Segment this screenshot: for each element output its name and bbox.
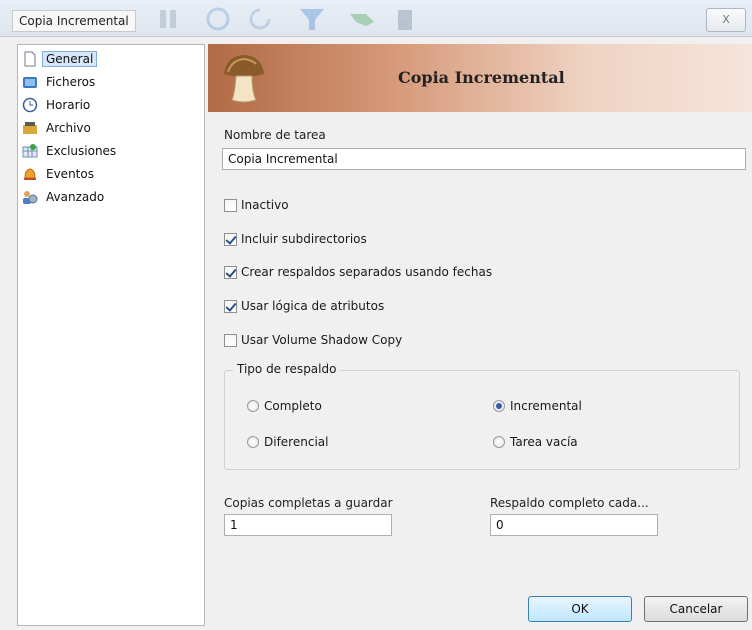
radio-label: Incremental	[510, 399, 582, 413]
radio-diferencial[interactable]: Diferencial	[247, 435, 328, 449]
radio-label: Diferencial	[264, 435, 329, 449]
radio-button[interactable]	[493, 400, 505, 412]
sidebar-item-label: General	[42, 51, 98, 67]
radio-completo[interactable]: Completo	[247, 399, 322, 413]
option-label: Usar lógica de atributos	[241, 299, 385, 313]
option-include-subdirs[interactable]: Incluir subdirectorios	[224, 230, 367, 248]
copies-label: Copias completas a guardar	[224, 496, 393, 510]
option-label: Inactivo	[241, 198, 289, 212]
full-every-input[interactable]	[490, 514, 658, 536]
task-dialog: Copia Incremental X General Ficheros Hor…	[0, 0, 752, 630]
exclusions-icon	[22, 144, 38, 158]
task-name-input[interactable]	[222, 148, 746, 170]
clock-icon	[22, 97, 38, 113]
archive-icon	[23, 122, 37, 134]
title-bar: Copia Incremental X	[0, 0, 752, 37]
checkbox[interactable]	[224, 333, 237, 347]
radio-button[interactable]	[247, 400, 259, 412]
sidebar-item-horario[interactable]: Horario	[22, 95, 198, 115]
main-panel: Copia Incremental Nombre de tarea Inacti…	[208, 44, 752, 630]
radio-incremental[interactable]: Incremental	[493, 399, 582, 413]
radio-label: Tarea vacía	[510, 435, 578, 449]
option-dated-backups[interactable]: Crear respaldos separados usando fechas	[224, 263, 492, 281]
toolbar-ghost-icons	[160, 7, 412, 31]
sidebar-item-label: Avanzado	[46, 190, 105, 204]
close-button[interactable]: X	[706, 8, 746, 32]
backup-type-legend: Tipo de respaldo	[233, 362, 341, 376]
radio-button[interactable]	[247, 436, 259, 448]
checkbox[interactable]	[224, 198, 237, 212]
page-icon	[24, 51, 36, 67]
option-label: Incluir subdirectorios	[241, 232, 367, 246]
sidebar-item-eventos[interactable]: Eventos	[22, 164, 198, 184]
settings-sidebar: General Ficheros Horario Archivo Exclusi…	[17, 44, 205, 626]
banner-title: Copia Incremental	[398, 68, 565, 87]
checkbox[interactable]	[224, 232, 237, 246]
checkbox[interactable]	[224, 265, 237, 279]
sidebar-item-label: Exclusiones	[46, 144, 117, 158]
sidebar-item-general[interactable]: General	[22, 49, 198, 69]
radio-label: Completo	[264, 399, 322, 413]
option-inactive[interactable]: Inactivo	[224, 196, 289, 214]
option-shadow-copy[interactable]: Usar Volume Shadow Copy	[224, 331, 402, 349]
files-icon	[23, 77, 37, 88]
sidebar-item-ficheros[interactable]: Ficheros	[22, 72, 198, 92]
sidebar-item-exclusiones[interactable]: Exclusiones	[22, 141, 198, 161]
radio-tarea-vacia[interactable]: Tarea vacía	[493, 435, 578, 449]
header-banner: Copia Incremental	[208, 44, 752, 112]
copies-input[interactable]	[224, 514, 392, 536]
task-name-label: Nombre de tarea	[224, 128, 326, 142]
option-attribute-logic[interactable]: Usar lógica de atributos	[224, 297, 384, 315]
checkbox[interactable]	[224, 299, 237, 313]
sidebar-item-label: Eventos	[46, 167, 94, 181]
bell-icon	[24, 168, 36, 180]
cancel-button[interactable]: Cancelar	[644, 596, 748, 622]
sidebar-item-label: Horario	[46, 98, 91, 112]
option-label: Crear respaldos separados usando fechas	[241, 265, 493, 279]
sidebar-item-label: Ficheros	[46, 75, 96, 89]
full-every-label: Respaldo completo cada...	[490, 496, 649, 510]
sidebar-item-avanzado[interactable]: Avanzado	[22, 187, 198, 207]
mushroom-icon	[224, 55, 264, 103]
option-label: Usar Volume Shadow Copy	[241, 333, 403, 347]
backup-type-group: Tipo de respaldo Completo Incremental Di…	[224, 362, 740, 470]
sidebar-item-archivo[interactable]: Archivo	[22, 118, 198, 138]
ok-button[interactable]: OK	[528, 596, 632, 622]
sidebar-item-label: Archivo	[46, 121, 91, 135]
radio-button[interactable]	[493, 436, 505, 448]
window-title: Copia Incremental	[12, 10, 136, 32]
advanced-icon	[23, 191, 38, 204]
